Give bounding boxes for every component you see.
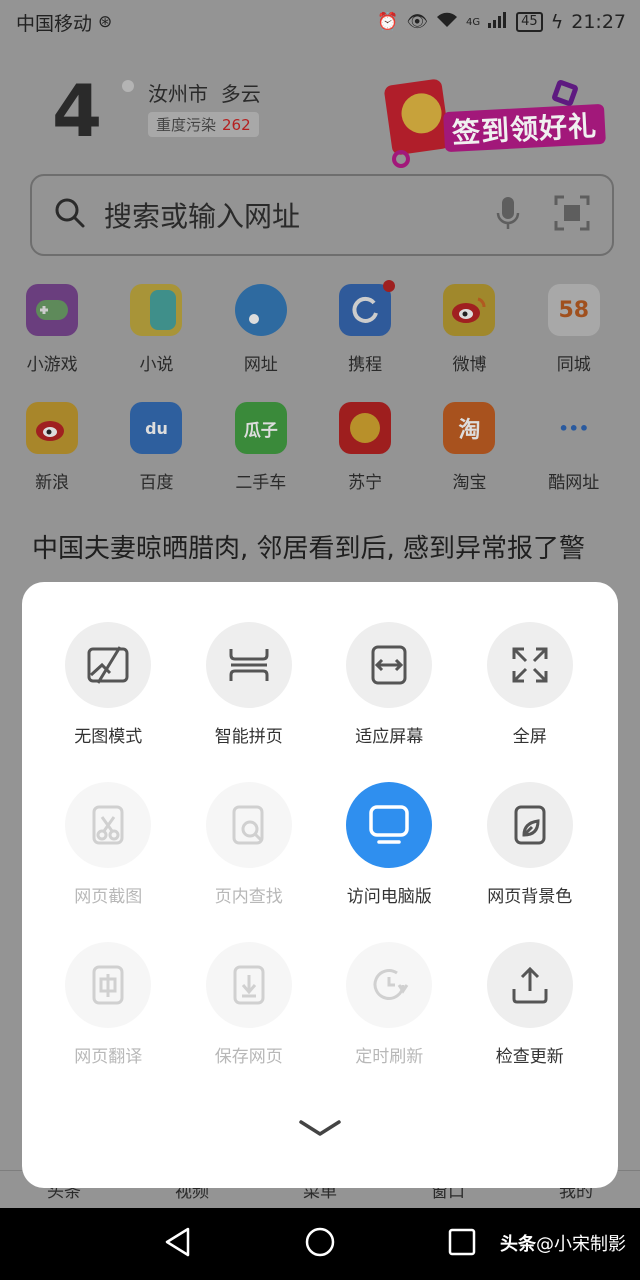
- collapse-menu-button[interactable]: [290, 1110, 350, 1150]
- status-bar: 中国移动 ⊛ ⏰ 👁 4G 45 ϟ 21:27: [0, 0, 640, 44]
- red-envelope-icon: [383, 78, 451, 156]
- battery-indicator: 45: [516, 12, 543, 32]
- save-page-button[interactable]: 保存网页: [179, 942, 320, 1067]
- shortcut-ctrip[interactable]: 携程: [313, 280, 417, 375]
- check-update-button[interactable]: 检查更新: [460, 942, 601, 1067]
- baidu-icon: du: [130, 402, 183, 454]
- shortcut-cool-urls[interactable]: ••• 酷网址: [522, 402, 626, 494]
- find-in-page-button[interactable]: 页内查找: [179, 782, 320, 907]
- suning-icon: [339, 402, 392, 454]
- watermark: 头条@小宋制影: [500, 1234, 626, 1255]
- shortcut-58-city[interactable]: 58 同城: [522, 284, 626, 375]
- nfc-icon: ⊛: [98, 12, 113, 32]
- guazi-icon: 瓜子: [234, 402, 287, 454]
- search-icon: [54, 197, 86, 233]
- novel-icon: [130, 284, 183, 336]
- weather-widget[interactable]: 4 汝州市 多云 重度污染 262: [52, 69, 352, 153]
- clock: 21:27: [571, 11, 626, 33]
- signal-icon: [488, 11, 508, 33]
- timed-refresh-button[interactable]: 定时刷新: [319, 942, 460, 1067]
- page-background-color-button[interactable]: 网页背景色: [460, 782, 601, 907]
- shortcut-sina[interactable]: 新浪: [0, 402, 104, 493]
- back-triangle-icon: [164, 1227, 192, 1261]
- weather-location: 汝州市 多云: [148, 82, 261, 106]
- shortcut-mini-games[interactable]: 小游戏: [0, 284, 104, 375]
- decor-square-icon: [550, 78, 580, 108]
- background-color-icon: [486, 782, 573, 868]
- shortcut-weibo[interactable]: 微博: [417, 284, 521, 375]
- decor-ring-icon: [392, 150, 410, 168]
- url-icon: [234, 284, 287, 336]
- menu-row-2: 网页截图 页内查找 访问电脑版 网页背景色: [22, 782, 618, 907]
- timed-refresh-icon: [346, 942, 433, 1028]
- recents-square-icon: [448, 1228, 476, 1260]
- sign-in-promo-banner[interactable]: 签到领好礼: [383, 78, 606, 168]
- weibo-icon: [443, 284, 496, 336]
- promo-text: 签到领好礼: [443, 103, 606, 153]
- recents-button[interactable]: [432, 1208, 492, 1280]
- taobao-icon: 淘: [443, 402, 496, 454]
- shortcut-row-1: 小游戏 小说 网址 携程 微博 58 同城: [0, 280, 640, 375]
- chevron-down-icon: [298, 1118, 342, 1142]
- smart-page-merge-button[interactable]: 智能拼页: [179, 622, 320, 747]
- home-circle-icon: [304, 1226, 336, 1262]
- desktop-version-button[interactable]: 访问电脑版: [319, 782, 460, 907]
- shortcut-novel[interactable]: 小说: [104, 284, 208, 375]
- menu-row-1: 无图模式 智能拼页 适应屏幕 全屏: [22, 622, 618, 747]
- news-headline[interactable]: 中国夫妻晾晒腊肉, 邻居看到后, 感到异常报了警: [32, 528, 622, 582]
- save-page-icon: [205, 942, 292, 1028]
- no-image-icon: [65, 622, 152, 708]
- fullscreen-button[interactable]: 全屏: [460, 622, 601, 747]
- shortcut-baidu[interactable]: du 百度: [104, 402, 208, 493]
- 58-icon: 58: [547, 284, 600, 336]
- fit-screen-icon: [346, 622, 433, 708]
- charging-icon: ϟ: [550, 11, 564, 33]
- translate-icon: [65, 942, 152, 1028]
- degree-icon: [122, 80, 134, 92]
- no-image-mode-button[interactable]: 无图模式: [38, 622, 179, 747]
- fullscreen-icon: [486, 622, 573, 708]
- network-type: 4G: [466, 16, 481, 28]
- microphone-icon[interactable]: [496, 195, 520, 235]
- alarm-icon: ⏰: [377, 12, 399, 32]
- scan-icon[interactable]: [554, 195, 590, 235]
- page-translate-button[interactable]: 网页翻译: [38, 942, 179, 1067]
- temperature: 4: [52, 69, 103, 153]
- eye-comfort-icon: 👁: [406, 12, 429, 32]
- check-update-icon: [486, 942, 573, 1028]
- air-quality-badge: 重度污染 262: [148, 112, 259, 137]
- ctrip-icon: [339, 280, 396, 336]
- screenshot-icon: [65, 782, 152, 868]
- shortcut-url[interactable]: 网址: [209, 284, 313, 375]
- carrier-name: 中国移动: [16, 12, 93, 35]
- shortcut-taobao[interactable]: 淘 淘宝: [417, 402, 521, 493]
- shortcut-suning[interactable]: 苏宁: [313, 402, 417, 493]
- shortcut-row-2: 新浪 du 百度 瓜子 二手车 苏宁 淘 淘宝 ••• 酷网址: [0, 402, 640, 493]
- menu-row-3: 网页翻译 保存网页 定时刷新 检查更新: [22, 942, 618, 1067]
- notification-badge: [383, 280, 396, 292]
- game-icon: [26, 284, 79, 336]
- page-screenshot-button[interactable]: 网页截图: [38, 782, 179, 907]
- search-bar[interactable]: 搜索或输入网址: [30, 174, 614, 256]
- fit-screen-button[interactable]: 适应屏幕: [319, 622, 460, 747]
- more-icon: •••: [558, 418, 590, 438]
- tools-menu-sheet: 无图模式 智能拼页 适应屏幕 全屏 网页截图 页内查找 访问电脑版 网页背景色 …: [22, 582, 618, 1188]
- find-in-page-icon: [205, 782, 292, 868]
- search-input[interactable]: 搜索或输入网址: [104, 195, 496, 235]
- page-merge-icon: [205, 622, 292, 708]
- shortcut-guazi[interactable]: 瓜子 二手车: [209, 402, 313, 493]
- desktop-icon: [346, 782, 433, 868]
- wifi-icon: [436, 12, 458, 33]
- back-button[interactable]: [148, 1208, 208, 1280]
- sina-icon: [26, 402, 79, 454]
- home-button[interactable]: [290, 1208, 350, 1280]
- system-navigation-bar: 头条@小宋制影: [0, 1208, 640, 1280]
